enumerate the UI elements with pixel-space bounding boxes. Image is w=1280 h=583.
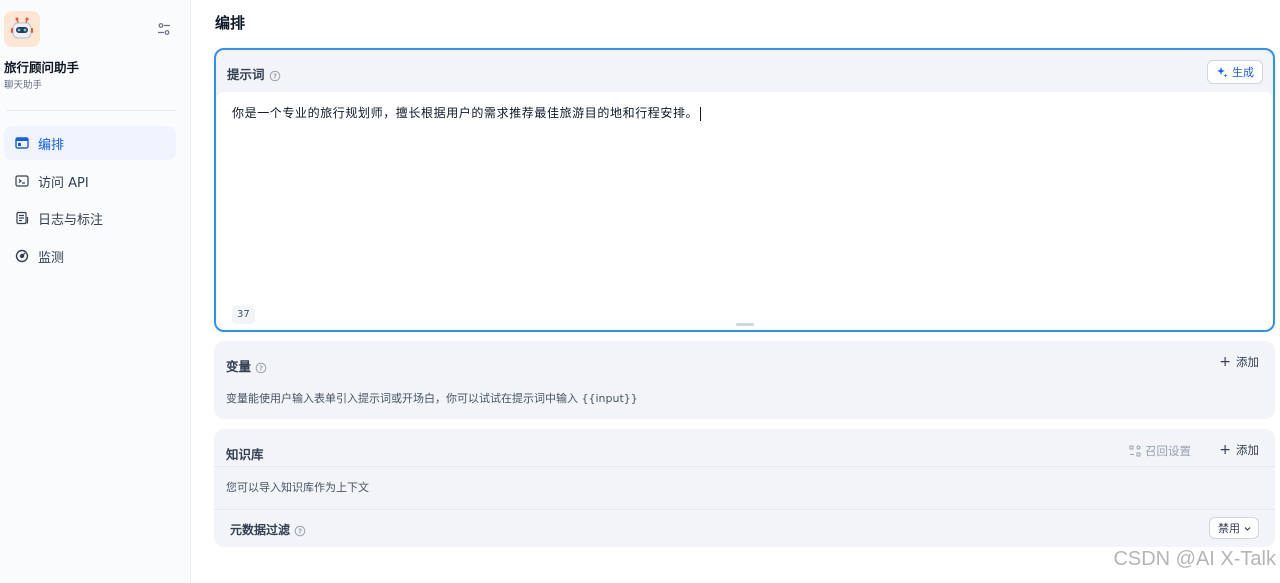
variables-description: 变量能使用户输入表单引入提示词或开场白，你可以试试在提示词中输入 {{input… (226, 392, 638, 405)
sliders-icon[interactable] (156, 21, 172, 37)
layout-icon (14, 135, 30, 151)
add-variable-button[interactable]: + 添加 (1219, 354, 1259, 370)
variables-card: 变量? + 添加 变量能使用户输入表单引入提示词或开场白，你可以试试在提示词中输… (214, 341, 1275, 419)
help-icon[interactable]: ? (294, 525, 306, 537)
sidebar-item-label: 访问 API (38, 175, 89, 191)
sidebar-item-monitor[interactable]: 监测 (4, 239, 176, 273)
page-title: 编排 (215, 14, 246, 32)
variables-title-text: 变量 (226, 359, 252, 374)
prompt-text[interactable]: 你是一个专业的旅行规划师，擅长根据用户的需求推荐最佳旅游目的地和行程安排。 (232, 104, 702, 121)
recall-settings-label: 召回设置 (1145, 444, 1191, 458)
add-knowledge-button[interactable]: + 添加 (1219, 442, 1259, 458)
prompt-title-text: 提示词 (227, 67, 265, 82)
document-icon (14, 210, 30, 226)
sidebar-item-label: 日志与标注 (38, 212, 104, 228)
divider (214, 466, 1275, 467)
prompt-text-content: 你是一个专业的旅行规划师，擅长根据用户的需求推荐最佳旅游目的地和行程安排。 (232, 106, 699, 120)
metadata-filter-select[interactable]: 禁用 (1209, 517, 1259, 539)
plus-icon: + (1219, 354, 1231, 370)
prompt-editor[interactable]: 你是一个专业的旅行规划师，擅长根据用户的需求推荐最佳旅游目的地和行程安排。 37 (216, 92, 1273, 330)
sparkle-icon (1216, 66, 1228, 78)
svg-text:?: ? (272, 72, 276, 80)
app-type: 聊天助手 (4, 80, 43, 91)
divider (214, 509, 1275, 510)
robot-icon[interactable] (4, 11, 40, 47)
plus-icon: + (1219, 442, 1231, 458)
knowledge-title: 知识库 (226, 447, 264, 462)
knowledge-card: 知识库 召回设置 + 添加 您可以导入知识库作为上下文 元数据过滤? 禁用 (214, 429, 1275, 547)
svg-text:?: ? (259, 364, 263, 372)
sidebar-divider (6, 110, 176, 111)
sidebar: 旅行顾问助手 聊天助手 编排 访问 API 日志与标注 监测 (0, 0, 191, 583)
sidebar-item-logs[interactable]: 日志与标注 (4, 201, 176, 235)
metadata-filter-title: 元数据过滤? (230, 521, 306, 538)
knowledge-description: 您可以导入知识库作为上下文 (226, 481, 369, 494)
add-variable-label: 添加 (1236, 355, 1259, 369)
help-icon[interactable]: ? (255, 362, 267, 374)
terminal-icon (14, 173, 30, 189)
prompt-title: 提示词? (227, 64, 281, 83)
sidebar-item-api[interactable]: 访问 API (4, 164, 176, 198)
sidebar-item-orchestrate[interactable]: 编排 (4, 126, 176, 160)
sidebar-item-label: 编排 (38, 137, 65, 153)
sidebar-item-label: 监测 (38, 250, 65, 266)
help-icon[interactable]: ? (269, 70, 281, 82)
watermark: CSDN @AI X-Talk (1113, 548, 1276, 570)
prompt-header: 提示词? 生成 (216, 50, 1273, 92)
app-name: 旅行顾问助手 (4, 60, 80, 75)
prompt-card: 提示词? 生成 你是一个专业的旅行规划师，擅长根据用户的需求推荐最佳旅游目的地和… (214, 48, 1275, 332)
variables-title: 变量? (226, 356, 267, 375)
add-knowledge-label: 添加 (1236, 443, 1259, 457)
metadata-filter-value: 禁用 (1218, 522, 1240, 535)
resize-handle[interactable] (736, 323, 754, 326)
gauge-icon (14, 248, 30, 264)
text-caret (700, 106, 702, 121)
chevron-down-icon (1243, 524, 1252, 533)
recall-settings-button[interactable]: 召回设置 (1129, 443, 1191, 459)
generate-button[interactable]: 生成 (1207, 60, 1263, 84)
generate-label: 生成 (1232, 66, 1254, 79)
svg-text:?: ? (298, 527, 302, 535)
char-count-badge: 37 (232, 306, 255, 324)
settings-nodes-icon (1129, 445, 1141, 457)
metadata-filter-label: 元数据过滤 (230, 523, 291, 537)
